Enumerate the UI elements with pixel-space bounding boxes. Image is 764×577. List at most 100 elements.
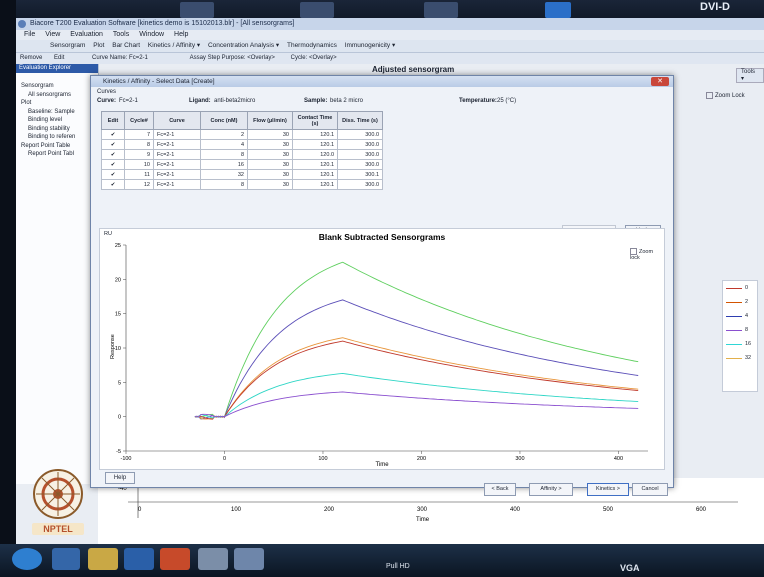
column-header[interactable]: Edit	[101, 111, 125, 130]
toolbar-thermodynamics[interactable]: Thermodynamics	[287, 42, 337, 49]
legend-label: 4	[745, 313, 749, 319]
toolbar-bar-chart[interactable]: Bar Chart	[112, 42, 140, 49]
menu-tools[interactable]: Tools	[113, 31, 129, 38]
toolbar-kinetics-affinity[interactable]: Kinetics / Affinity ▾	[148, 42, 200, 49]
tree-item-sensorgram[interactable]: Sensorgram	[16, 82, 98, 91]
y-tick-label: 15	[115, 312, 121, 318]
edit-checkbox[interactable]: ✔	[101, 169, 125, 180]
back-button[interactable]: < Back	[484, 483, 516, 496]
y-tick-label: 5	[118, 380, 121, 386]
toolbar-concentration-analysis[interactable]: Concentration Analysis ▾	[208, 42, 279, 49]
legend-swatch	[726, 344, 742, 345]
menu-evaluation[interactable]: Evaluation	[70, 31, 103, 38]
curve-name-select[interactable]: Curve Name: Fc=2-1	[92, 55, 148, 61]
plot-zoom-lock-checkbox[interactable]: Zoom lock	[630, 248, 664, 261]
tools-button[interactable]: Tools ▾	[736, 68, 764, 83]
tree-item-baseline[interactable]: Baseline: Sample	[16, 108, 98, 117]
table-cell: 300.0	[337, 149, 383, 160]
background-x-tick: 500	[603, 507, 614, 513]
legend-label: 2	[745, 299, 749, 305]
tree-item-binding-stability[interactable]: Binding stability	[16, 125, 98, 134]
table-row[interactable]: ✔ 11 Fc=2-1 32 30 120.1 300.1	[101, 169, 383, 180]
taskbar-biacore-icon[interactable]	[198, 548, 228, 570]
table-cell: Fc=2-1	[153, 139, 201, 150]
table-row[interactable]: ✔ 12 Fc=2-1 8 30 120.1 300.0	[101, 179, 383, 190]
toolbar-sensorgram[interactable]: Sensorgram	[50, 42, 85, 49]
table-cell: 7	[124, 129, 154, 140]
help-button[interactable]: Help	[105, 472, 135, 484]
bottom-input-label: Pull HD	[386, 563, 410, 570]
table-cell: 8	[200, 179, 248, 190]
cycle-select[interactable]: Cycle: <Overlay>	[291, 55, 337, 61]
menu-view[interactable]: View	[45, 31, 60, 38]
affinity-button[interactable]: Affinity >	[529, 483, 573, 496]
start-button[interactable]	[12, 548, 42, 570]
dialog-title-bar: Kinetics / Affinity - Select Data [Creat…	[91, 76, 673, 87]
menu-file[interactable]: File	[24, 31, 35, 38]
zoom-lock-checkbox[interactable]: Zoom Lock	[706, 92, 745, 99]
table-header-row: Edit Cycle# Curve Conc (nM) Flow (µl/min…	[101, 111, 383, 130]
taskbar-ie-icon[interactable]	[52, 548, 80, 570]
input-label: DVI-D	[700, 1, 730, 13]
background-x-tick: 200	[324, 507, 335, 513]
y-tick-label: 10	[115, 346, 121, 352]
legend-item: 2	[723, 295, 757, 309]
tree-item-binding-level[interactable]: Binding level	[16, 116, 98, 125]
column-header[interactable]: Flow (µl/min)	[247, 111, 293, 130]
edit-checkbox[interactable]: ✔	[101, 159, 125, 170]
edit-checkbox[interactable]: ✔	[101, 129, 125, 140]
toolbar-immunogenicity[interactable]: Immunogenicity ▾	[345, 42, 396, 49]
column-header[interactable]: Contact Time (s)	[292, 111, 338, 130]
taskbar-media-icon[interactable]	[124, 548, 154, 570]
table-cell: 300.0	[337, 139, 383, 150]
table-cell: 300.0	[337, 179, 383, 190]
kinetics-button[interactable]: Kinetics >	[587, 483, 629, 496]
column-header[interactable]: Curve	[153, 111, 201, 130]
table-cell: 8	[200, 149, 248, 160]
table-cell: 30	[247, 179, 293, 190]
legend-swatch	[726, 330, 742, 331]
column-header[interactable]: Cycle#	[124, 111, 154, 130]
menu-window[interactable]: Window	[139, 31, 164, 38]
curves-section-label: Curves	[97, 89, 117, 95]
column-header[interactable]: Diss. Time (s)	[337, 111, 383, 130]
legend-label: 32	[745, 355, 752, 361]
toolbar-plot[interactable]: Plot	[93, 42, 104, 49]
taskbar-firefox-icon[interactable]	[160, 548, 190, 570]
edit-checkbox[interactable]: ✔	[101, 139, 125, 150]
edit-checkbox[interactable]: ✔	[101, 149, 125, 160]
table-row[interactable]: ✔ 8 Fc=2-1 4 30 120.1 300.0	[101, 139, 383, 150]
table-row[interactable]: ✔ 9 Fc=2-1 8 30 120.0 300.0	[101, 149, 383, 160]
legend-item: 0	[723, 281, 757, 295]
bottom-input-label: VGA	[620, 563, 640, 573]
table-row[interactable]: ✔ 7 Fc=2-1 2 30 120.1 300.0	[101, 129, 383, 140]
table-cell: 2	[200, 129, 248, 140]
table-row[interactable]: ✔ 10 Fc=2-1 16 30 120.1 300.0	[101, 159, 383, 170]
menu-bar: File View Evaluation Tools Window Help	[16, 30, 764, 40]
background-x-tick: 400	[510, 507, 521, 513]
tree-item-all-sensorgrams[interactable]: All sensorgrams	[16, 91, 98, 100]
tree-item-binding-reference[interactable]: Binding to referen	[16, 133, 98, 142]
tree-item-report-point-tabl[interactable]: Report Point Tabl	[16, 150, 98, 159]
cancel-button[interactable]: Cancel	[632, 483, 668, 496]
assay-step-select[interactable]: Assay Step Purpose: <Overlay>	[190, 55, 275, 61]
remove-button[interactable]: Remove	[20, 55, 42, 61]
input-tab-icon	[424, 2, 458, 18]
edit-checkbox[interactable]: ✔	[101, 179, 125, 190]
taskbar-window-icon[interactable]	[234, 548, 264, 570]
table-cell: 30	[247, 159, 293, 170]
input-tab-icon	[545, 2, 571, 18]
table-cell: 12	[124, 179, 154, 190]
table-cell: 32	[200, 169, 248, 180]
column-header[interactable]: Conc (nM)	[200, 111, 248, 130]
taskbar-folder-icon[interactable]	[88, 548, 118, 570]
monitor-left-bezel	[0, 0, 16, 577]
edit-button[interactable]: Edit	[54, 55, 64, 61]
legend-item: 8	[723, 323, 757, 337]
menu-help[interactable]: Help	[174, 31, 188, 38]
x-axis-label: Time	[375, 462, 389, 468]
tree-item-plot[interactable]: Plot	[16, 99, 98, 108]
temperature-label: Temperature:	[459, 98, 497, 104]
tree-item-report-point-table[interactable]: Report Point Table	[16, 142, 98, 151]
close-button[interactable]: ✕	[651, 77, 669, 86]
